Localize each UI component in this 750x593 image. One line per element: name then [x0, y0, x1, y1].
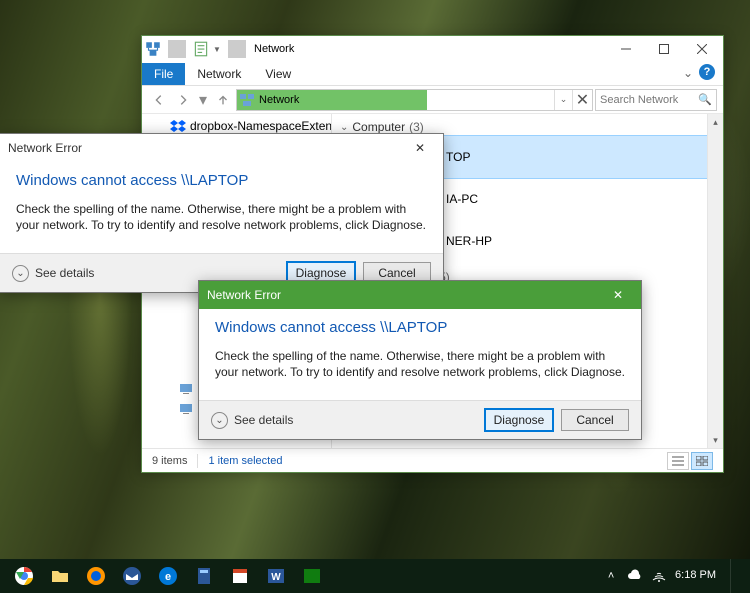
see-details-label: See details [35, 266, 94, 280]
svg-text:W: W [271, 572, 281, 583]
taskbar[interactable]: e W ˄ 6:18 PM [0, 559, 750, 593]
help-icon[interactable]: ? [699, 64, 715, 80]
view-tiles-button[interactable] [691, 452, 713, 470]
taskbar-calc-icon[interactable] [186, 561, 222, 591]
nav-history-button[interactable]: ▾ [196, 89, 210, 111]
tray-overflow-icon[interactable]: ˄ [603, 568, 619, 584]
item-label: TOP [446, 150, 470, 164]
taskbar-thunderbird-icon[interactable] [114, 561, 150, 591]
nav-back-button[interactable] [148, 89, 170, 111]
search-placeholder: Search Network [600, 94, 678, 106]
dialog-instruction: Check the spelling of the name. Otherwis… [215, 348, 625, 380]
address-text: Network [259, 94, 299, 106]
taskbar-edge-icon[interactable]: e [150, 561, 186, 591]
item-label: IA-PC [446, 192, 478, 206]
see-details-toggle[interactable]: ⌄ See details [12, 265, 94, 282]
separator [168, 40, 186, 58]
refresh-button[interactable]: ✕ [572, 90, 592, 110]
group-label: Computer [352, 120, 405, 134]
dialog-headline: Windows cannot access \\LAPTOP [215, 319, 625, 336]
scroll-down-icon[interactable]: ▾ [708, 432, 723, 448]
dialog-title: Network Error [8, 141, 82, 155]
search-input[interactable]: Search Network 🔍 [595, 89, 717, 111]
title-bar[interactable]: ▼ Network [142, 36, 723, 62]
address-row: ▾ Network ⌄ ✕ Search Network 🔍 [142, 86, 723, 114]
address-segment-network[interactable]: Network [237, 90, 427, 110]
address-bar[interactable]: Network ⌄ ✕ [236, 89, 593, 111]
tab-network[interactable]: Network [185, 63, 253, 85]
dialog-title-bar[interactable]: Network Error ✕ [199, 281, 641, 309]
minimize-button[interactable] [607, 36, 645, 62]
cancel-button[interactable]: Cancel [561, 409, 629, 431]
clock[interactable]: 6:18 PM [675, 570, 716, 582]
scrollbar[interactable]: ▴ ▾ [707, 114, 723, 448]
chevron-down-icon: ⌄ [340, 122, 348, 133]
taskbar-app2-icon[interactable] [294, 561, 330, 591]
network-error-dialog-1: Network Error ✕ Windows cannot access \\… [0, 133, 444, 293]
view-details-button[interactable] [667, 452, 689, 470]
taskbar-chrome-icon[interactable] [6, 561, 42, 591]
ribbon-tabs: File Network View ⌄ ? [142, 62, 723, 86]
taskbar-firefox-icon[interactable] [78, 561, 114, 591]
network-error-dialog-2: Network Error ✕ Windows cannot access \\… [198, 280, 642, 440]
tab-view[interactable]: View [253, 63, 303, 85]
svg-text:e: e [165, 571, 171, 583]
close-button[interactable]: ✕ [405, 138, 435, 158]
dialog-headline: Windows cannot access \\LAPTOP [16, 172, 427, 189]
explorer-app-icon [144, 40, 162, 58]
list-item-laptop[interactable]: TOP [400, 136, 715, 178]
tray-network-icon[interactable] [651, 568, 667, 584]
qat-properties-icon[interactable] [192, 40, 210, 58]
qat-dropdown-icon[interactable]: ▼ [212, 40, 222, 58]
close-button[interactable]: ✕ [603, 285, 633, 305]
dialog-title-bar[interactable]: Network Error ✕ [0, 134, 443, 162]
system-tray[interactable]: ˄ 6:18 PM [603, 559, 744, 593]
nav-up-button[interactable] [212, 89, 234, 111]
status-bar: 9 items 1 item selected [142, 448, 723, 472]
taskbar-explorer-icon[interactable] [42, 561, 78, 591]
taskbar-app-icon[interactable] [222, 561, 258, 591]
close-button[interactable] [683, 36, 721, 62]
dropbox-icon [170, 118, 186, 134]
see-details-label: See details [234, 413, 293, 427]
separator [228, 40, 246, 58]
maximize-button[interactable] [645, 36, 683, 62]
nav-forward-button[interactable] [172, 89, 194, 111]
group-count: (3) [409, 120, 424, 134]
list-item-owner[interactable]: NER-HP [400, 220, 715, 262]
nav-label: dropbox-NamespaceExtensionRole. [190, 119, 332, 133]
search-icon: 🔍 [698, 93, 712, 106]
separator [197, 454, 198, 468]
window-title: Network [254, 43, 294, 55]
item-label: NER-HP [446, 234, 492, 248]
tray-onedrive-icon[interactable] [627, 568, 643, 584]
see-details-toggle[interactable]: ⌄ See details [211, 412, 293, 429]
status-items: 9 items [152, 455, 187, 467]
clock-time: 6:18 PM [675, 570, 716, 582]
chevron-down-icon: ⌄ [211, 412, 228, 429]
taskbar-word-icon[interactable]: W [258, 561, 294, 591]
address-dropdown-icon[interactable]: ⌄ [554, 90, 572, 110]
list-item-gena[interactable]: IA-PC [400, 178, 715, 220]
show-desktop-button[interactable] [730, 559, 736, 593]
dialog-title: Network Error [207, 288, 281, 302]
chevron-down-icon: ⌄ [12, 265, 29, 282]
ribbon-collapse-icon[interactable]: ⌄ [683, 66, 693, 80]
dialog-instruction: Check the spelling of the name. Otherwis… [16, 201, 427, 233]
status-selected: 1 item selected [208, 455, 282, 467]
diagnose-button[interactable]: Diagnose [485, 409, 553, 431]
tab-file[interactable]: File [142, 63, 185, 85]
computer-icon [178, 381, 194, 397]
scroll-up-icon[interactable]: ▴ [708, 114, 723, 130]
computer-icon [178, 401, 194, 417]
